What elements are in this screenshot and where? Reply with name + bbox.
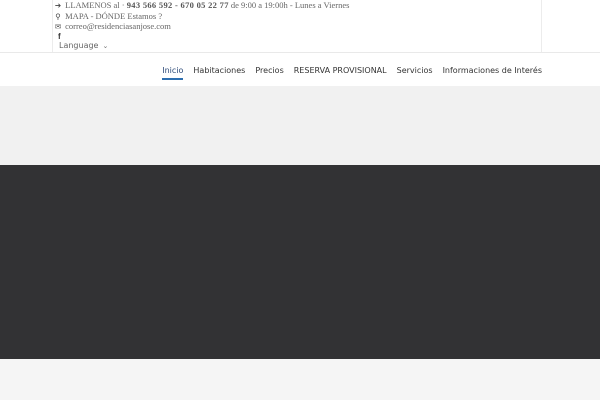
nav-item-precios[interactable]: Precios [255,65,283,80]
arrow-right-icon: ➔ [54,1,62,10]
language-selector[interactable]: Language ⌄ [59,41,108,51]
language-label: Language [59,41,99,50]
phone-line: ➔ LLAMENOS al · 943 566 592 - 670 05 22 … [53,0,350,11]
phone-prefix: LLAMENOS al · [65,0,127,10]
phone-hours: de 9:00 a 19:00h - Lunes a Viernes [228,0,350,10]
content-section [0,359,600,400]
nav-item-inicio[interactable]: Inicio [162,65,184,80]
envelope-icon: ✉ [54,22,62,31]
hero-placeholder [0,86,600,165]
main-navigation: Inicio Habitaciones Precios RESERVA PROV… [162,65,542,80]
nav-item-habitaciones[interactable]: Habitaciones [193,65,245,80]
facebook-icon[interactable]: f [58,32,61,41]
top-bar-right-divider [541,0,542,52]
map-link[interactable]: MAPA - DÓNDE Estamos ? [65,11,162,21]
header-divider [0,52,600,53]
nav-item-reserva-provisional[interactable]: RESERVA PROVISIONAL [294,65,387,80]
phone-numbers[interactable]: 943 566 592 - 670 05 22 77 [127,0,229,10]
slider-area [0,165,600,359]
email-line[interactable]: ✉ correo@residenciasanjose.com [53,21,171,32]
top-bar: ➔ LLAMENOS al · 943 566 592 - 670 05 22 … [0,0,600,52]
chevron-down-icon: ⌄ [102,42,109,50]
email-link[interactable]: correo@residenciasanjose.com [65,21,171,31]
nav-item-informaciones[interactable]: Informaciones de Interés [443,65,542,80]
nav-item-servicios[interactable]: Servicios [397,65,433,80]
